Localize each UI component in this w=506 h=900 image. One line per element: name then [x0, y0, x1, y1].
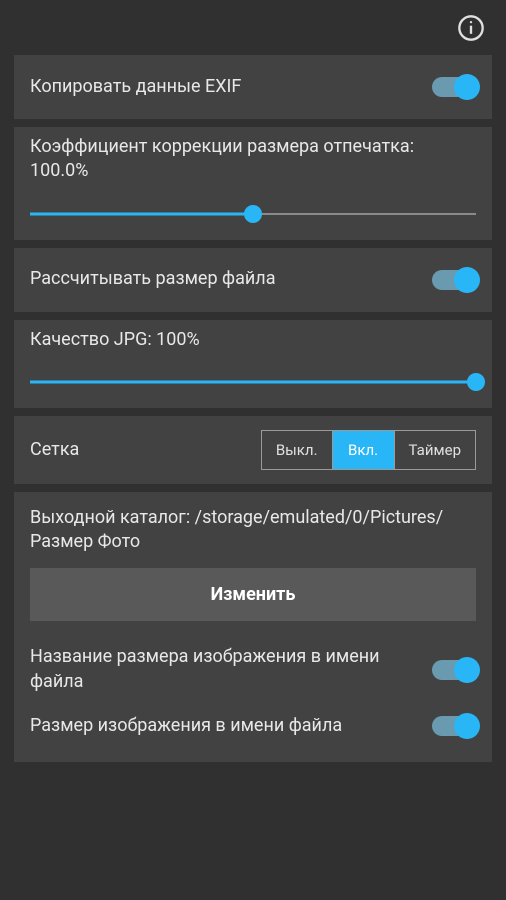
output-card: Выходной каталог: /storage/emulated/0/Pi…: [14, 492, 492, 762]
output-catalog-label: Выходной каталог: /storage/emulated/0/Pi…: [30, 506, 476, 555]
correction-label: Коэффициент коррекции размера отпечатка:…: [30, 135, 476, 184]
exif-card: Копировать данные EXIF: [14, 55, 492, 119]
grid-label: Сетка: [30, 438, 261, 462]
correction-card: Коэффициент коррекции размера отпечатка:…: [14, 127, 492, 240]
exif-label: Копировать данные EXIF: [30, 75, 420, 99]
settings-list: Копировать данные EXIF Коэффициент корре…: [0, 55, 506, 762]
toggle-knob: [454, 74, 480, 100]
filesize-label: Рассчитывать размер файла: [30, 267, 420, 291]
grid-option-timer[interactable]: Таймер: [395, 431, 475, 469]
slider-thumb: [467, 373, 485, 391]
grid-segmented: Выкл. Вкл. Таймер: [261, 430, 476, 470]
correction-slider[interactable]: [30, 202, 476, 226]
info-icon[interactable]: [456, 13, 486, 43]
toggle-knob: [454, 657, 480, 683]
grid-card: Сетка Выкл. Вкл. Таймер: [14, 416, 492, 484]
size-in-filename-label: Размер изображения в имени файла: [30, 714, 420, 738]
toggle-knob: [454, 267, 480, 293]
jpg-quality-card: Качество JPG: 100%: [14, 320, 492, 408]
grid-option-on[interactable]: Вкл.: [333, 431, 395, 469]
exif-toggle[interactable]: [432, 77, 476, 97]
filesize-toggle[interactable]: [432, 270, 476, 290]
jpg-quality-slider[interactable]: [30, 370, 476, 394]
jpg-quality-label: Качество JPG: 100%: [30, 328, 476, 352]
slider-fill: [30, 212, 253, 215]
name-in-filename-label: Название размера изображения в имени фай…: [30, 645, 420, 694]
size-in-filename-toggle[interactable]: [432, 716, 476, 736]
name-in-filename-toggle[interactable]: [432, 660, 476, 680]
change-button[interactable]: Изменить: [30, 568, 476, 621]
toggle-knob: [454, 713, 480, 739]
slider-thumb: [244, 205, 262, 223]
header: [0, 0, 506, 55]
filesize-card: Рассчитывать размер файла: [14, 248, 492, 312]
grid-option-off[interactable]: Выкл.: [262, 431, 333, 469]
slider-fill: [30, 380, 476, 383]
